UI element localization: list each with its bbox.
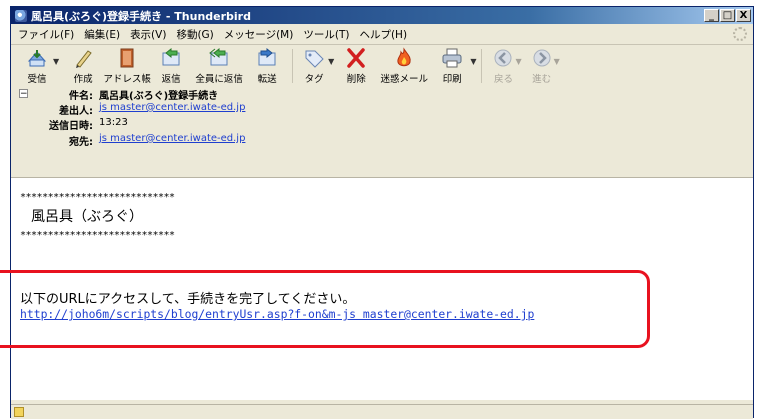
red-highlight-box	[0, 270, 650, 348]
status-bar	[11, 404, 753, 419]
back-icon	[491, 47, 515, 69]
menu-tools[interactable]: ツール(T)	[298, 27, 354, 42]
from-label: 差出人:	[59, 106, 93, 117]
subject-value: 風呂具(ぶろぐ)登録手続き	[99, 91, 219, 102]
menu-file[interactable]: ファイル(F)	[13, 27, 79, 42]
security-icon	[14, 407, 24, 417]
reply-icon	[159, 47, 183, 69]
junk-icon	[392, 47, 416, 69]
menu-help[interactable]: ヘルプ(H)	[354, 27, 412, 42]
title-bar[interactable]: 風呂具(ぶろぐ)登録手続き - Thunderbird _ □ X	[11, 7, 753, 24]
reply-button[interactable]: 返信	[149, 47, 193, 85]
from-link[interactable]: js master@center.iwate-ed.jp	[99, 102, 245, 113]
menu-view[interactable]: 表示(V)	[125, 27, 171, 42]
address-book-button[interactable]: アドレス帳	[103, 47, 151, 85]
tag-button[interactable]: タグ	[296, 47, 332, 85]
print-button[interactable]: 印刷	[432, 47, 472, 85]
delete-button[interactable]: 削除	[336, 47, 376, 85]
forward-nav-button[interactable]: 進む	[524, 47, 560, 85]
subject-label: 件名:	[69, 91, 93, 102]
reply-all-icon	[207, 47, 231, 69]
to-label: 宛先:	[69, 137, 93, 148]
to-link[interactable]: js master@center.iwate-ed.jp	[99, 133, 245, 144]
subject-row: 件名: 風呂具(ぶろぐ)登録手続き	[25, 87, 218, 102]
forward-icon	[255, 47, 279, 69]
tag-dropdown-icon[interactable]: ▼	[328, 57, 334, 66]
throbber-icon	[733, 27, 747, 41]
back-dropdown-icon[interactable]: ▼	[515, 57, 521, 66]
reply-all-button[interactable]: 全員に返信	[193, 47, 245, 85]
date-value: 13:23	[99, 117, 128, 128]
delete-icon	[344, 47, 368, 69]
compose-button[interactable]: 作成	[61, 47, 105, 85]
back-button[interactable]: 戻る	[485, 47, 521, 85]
message-header: − 件名: 風呂具(ぶろぐ)登録手続き 差出人: js master@cente…	[11, 83, 753, 177]
maximize-button[interactable]: □	[720, 9, 735, 22]
get-mail-dropdown-icon[interactable]: ▼	[53, 57, 59, 66]
toolbar-separator	[292, 49, 294, 85]
forward-nav-icon	[530, 47, 554, 69]
close-button[interactable]: X	[736, 9, 751, 22]
minimize-button[interactable]: _	[704, 9, 719, 22]
print-dropdown-icon[interactable]: ▼	[470, 57, 476, 66]
menu-edit[interactable]: 編集(E)	[79, 27, 125, 42]
print-icon	[440, 47, 464, 69]
thunderbird-icon	[15, 9, 27, 22]
menu-bar: ファイル(F) 編集(E) 表示(V) 移動(G) メッセージ(M) ツール(T…	[11, 24, 753, 45]
window-title: 風呂具(ぶろぐ)登録手続き - Thunderbird	[31, 9, 251, 23]
forward-nav-dropdown-icon[interactable]: ▼	[554, 57, 560, 66]
date-row: 送信日時: 13:23	[25, 117, 128, 132]
compose-icon	[71, 47, 95, 69]
get-mail-button[interactable]: 受信	[15, 47, 59, 85]
menu-message[interactable]: メッセージ(M)	[219, 27, 299, 42]
toolbar-separator-2	[481, 49, 483, 85]
menu-go[interactable]: 移動(G)	[171, 27, 218, 42]
tag-icon	[302, 47, 326, 69]
from-row: 差出人: js master@center.iwate-ed.jp	[25, 102, 245, 117]
get-mail-icon	[25, 47, 49, 69]
stars-top: ****************************	[20, 192, 175, 203]
date-label: 送信日時:	[49, 121, 93, 132]
to-row: 宛先: js master@center.iwate-ed.jp	[25, 133, 245, 148]
forward-button[interactable]: 転送	[245, 47, 289, 85]
stars-bottom: ****************************	[20, 230, 175, 241]
junk-button[interactable]: 迷惑メール	[376, 47, 432, 85]
blog-name: 風呂具（ぶろぐ）	[31, 209, 143, 225]
address-book-icon	[115, 47, 139, 69]
